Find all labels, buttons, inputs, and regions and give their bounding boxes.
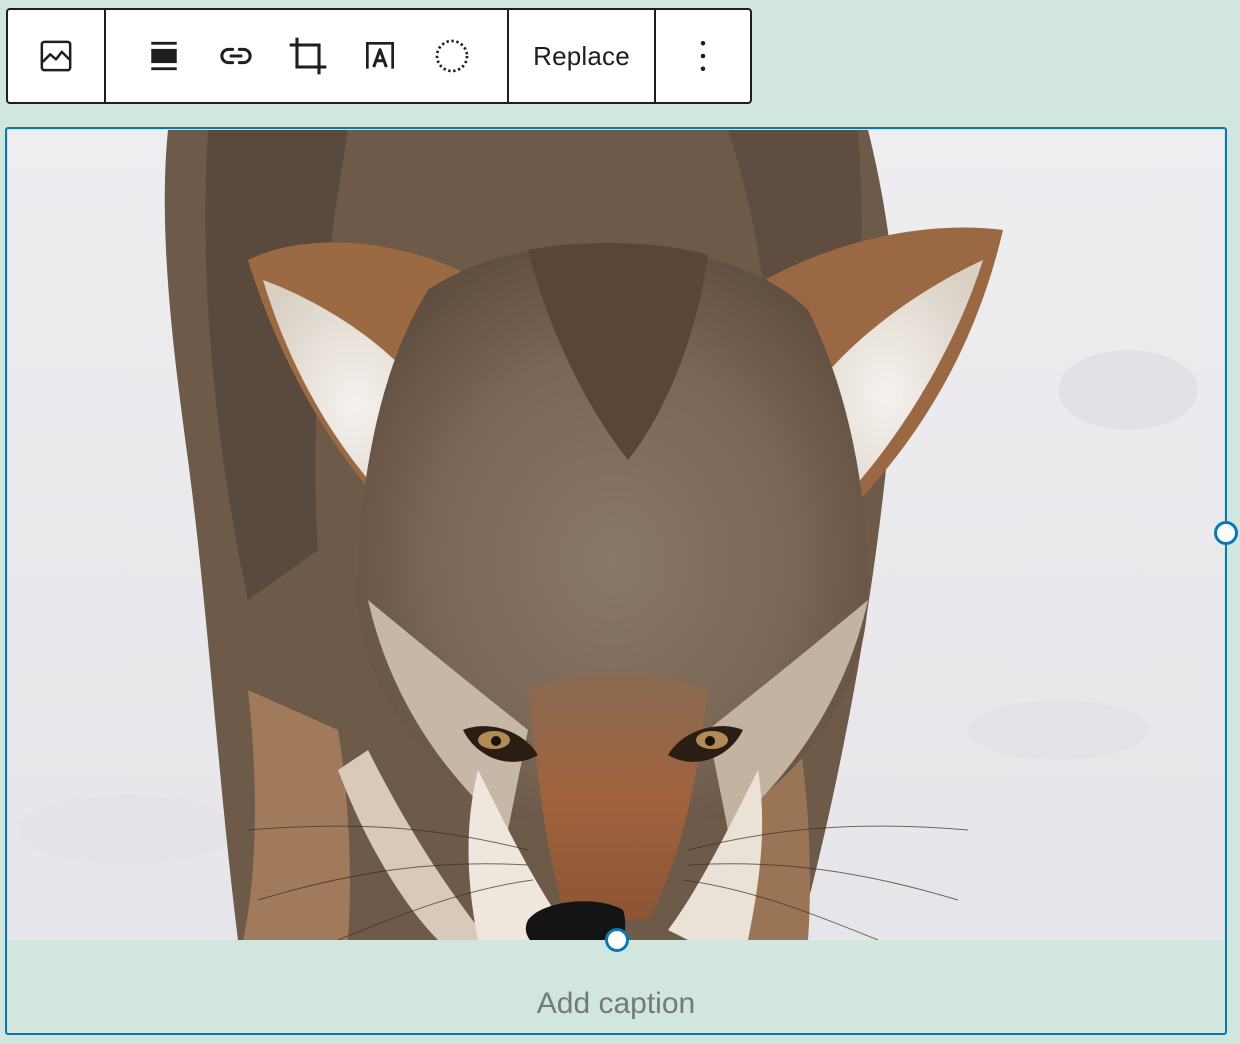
block-type-group xyxy=(8,10,104,102)
coyote-photo[interactable] xyxy=(8,130,1224,940)
duotone-icon xyxy=(435,39,469,73)
resize-handle-right[interactable] xyxy=(1214,521,1238,545)
block-type-button[interactable] xyxy=(20,20,92,92)
text-overlay-button[interactable] xyxy=(344,20,416,92)
block-toolbar: Replace xyxy=(6,8,752,104)
more-options-button[interactable] xyxy=(667,20,739,92)
crop-icon xyxy=(289,37,327,75)
block-tools-group xyxy=(104,10,507,102)
more-options-group xyxy=(654,10,750,102)
duotone-button[interactable] xyxy=(416,20,488,92)
link-button[interactable] xyxy=(200,20,272,92)
image-block[interactable]: Add caption xyxy=(5,127,1238,1035)
photo-illustration xyxy=(8,130,1224,940)
image-icon xyxy=(40,40,72,72)
crop-button[interactable] xyxy=(272,20,344,92)
align-icon xyxy=(151,41,177,71)
align-button[interactable] xyxy=(128,20,200,92)
replace-group: Replace xyxy=(507,10,654,102)
link-icon xyxy=(220,47,252,65)
text-overlay-icon xyxy=(365,41,395,69)
replace-button[interactable]: Replace xyxy=(533,41,630,72)
vertical-ellipsis-icon xyxy=(700,41,706,71)
resize-handle-bottom[interactable] xyxy=(605,928,629,952)
caption-field[interactable]: Add caption xyxy=(7,987,1225,1021)
